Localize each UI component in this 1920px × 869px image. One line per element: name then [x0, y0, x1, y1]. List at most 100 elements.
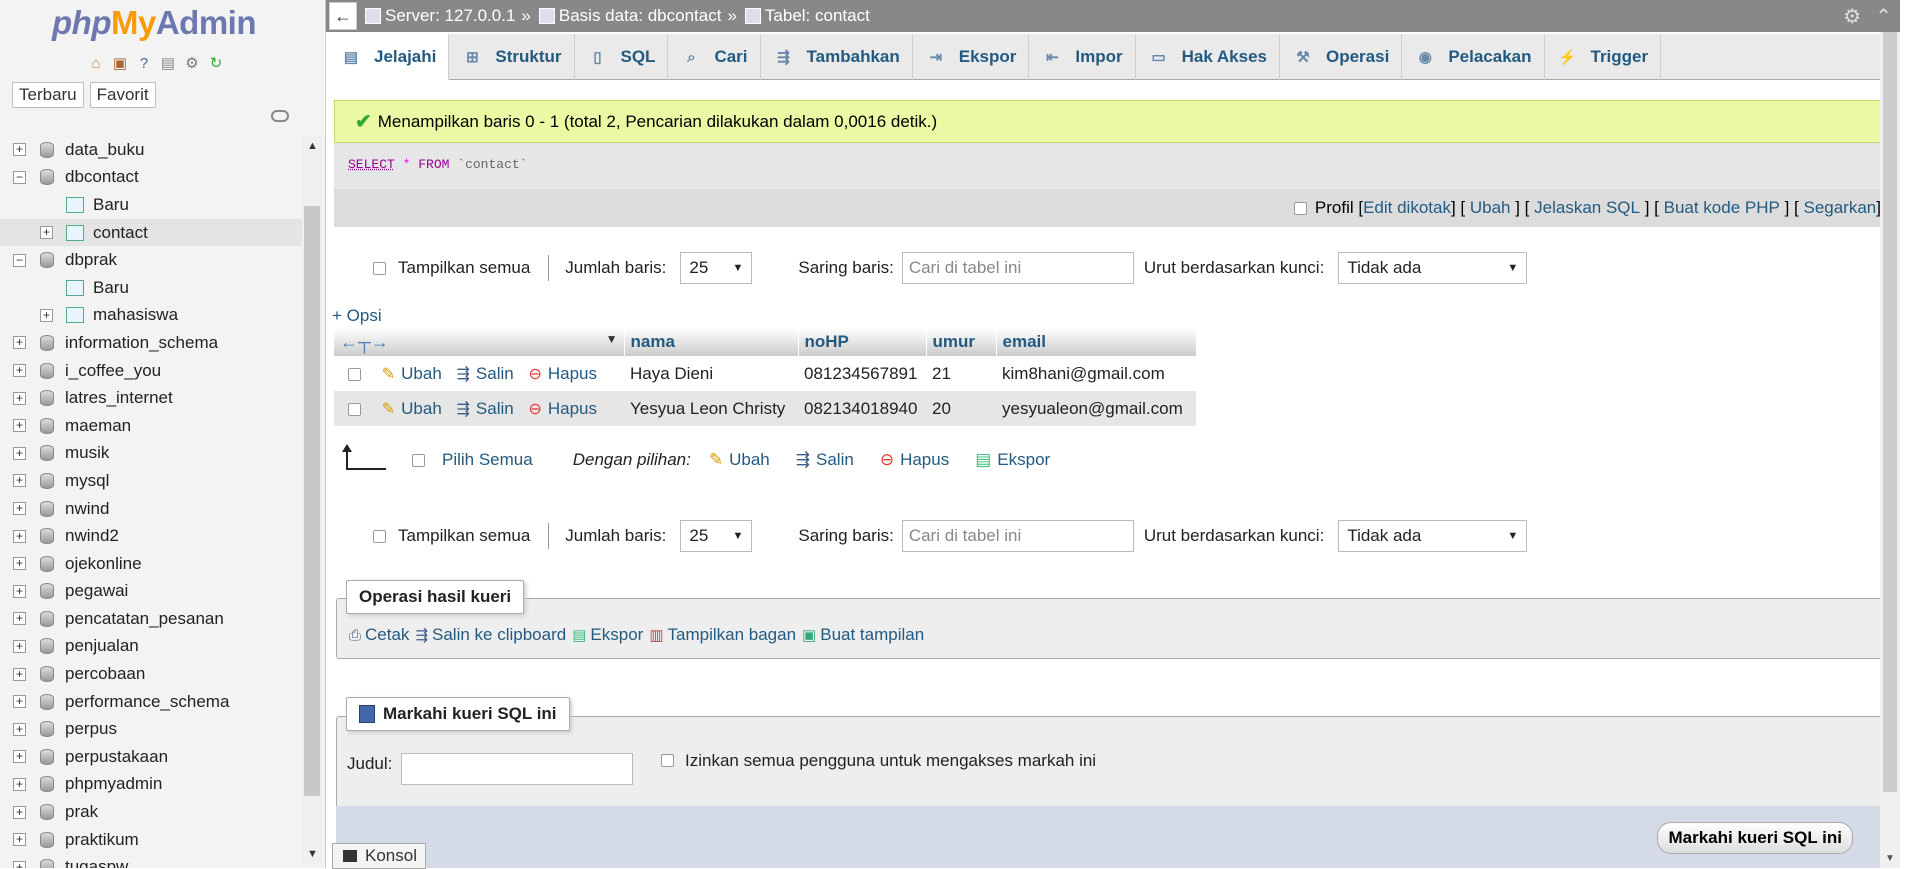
breadcrumb-database[interactable]: Basis data: dbcontact: [538, 6, 721, 26]
tree-item-perpustakaan[interactable]: + perpustakaan: [0, 743, 304, 771]
column-header-nohp[interactable]: noHP: [798, 328, 927, 356]
edit-row-button[interactable]: ✎ Ubah: [382, 364, 442, 384]
collapse-icon[interactable]: −: [13, 170, 26, 184]
breadcrumb-table[interactable]: Tabel: contact: [744, 6, 870, 26]
export-link[interactable]: ▤ Ekspor: [572, 625, 643, 645]
bulk-edit-button[interactable]: ✎ Ubah: [709, 450, 770, 470]
show-all-checkbox[interactable]: [373, 261, 386, 275]
cell-nama[interactable]: Haya Dieni: [624, 356, 798, 391]
tree-label[interactable]: percobaan: [65, 664, 145, 684]
tree-item-i-coffee-you[interactable]: + i_coffee_you: [0, 357, 304, 385]
cell-umur[interactable]: 20: [926, 391, 996, 426]
tree-item-maeman[interactable]: + maeman: [0, 412, 304, 440]
column-header-umur[interactable]: umur: [926, 328, 997, 356]
maximize-icon[interactable]: ⌃: [1875, 4, 1892, 29]
copy-row-button[interactable]: ⇶ Salin: [457, 399, 514, 419]
tree-label[interactable]: mysql: [65, 471, 109, 491]
tab-sql[interactable]: ▯ SQL: [575, 34, 669, 80]
tree-label[interactable]: praktikum: [65, 830, 139, 850]
copy-row-button[interactable]: ⇶ Salin: [457, 364, 514, 384]
tree-label[interactable]: perpus: [65, 719, 117, 739]
reload-icon[interactable]: ↻: [206, 53, 226, 73]
tree-item-dbprak[interactable]: − dbprak: [0, 246, 304, 274]
tab-triggers[interactable]: ⚡ Trigger: [1545, 34, 1662, 80]
tree-item-percobaan[interactable]: + percobaan: [0, 660, 304, 688]
tab-privileges[interactable]: ▭ Hak Akses: [1136, 34, 1280, 80]
bulk-export-button[interactable]: ▤ Ekspor: [975, 450, 1050, 470]
tree-item-pencatatan-pesanan[interactable]: + pencatatan_pesanan: [0, 605, 304, 633]
tree-label[interactable]: performance_schema: [65, 692, 229, 712]
rows-select[interactable]: 25 ▼: [680, 520, 753, 552]
tree-label[interactable]: penjualan: [65, 636, 139, 656]
expand-icon[interactable]: +: [13, 336, 26, 350]
tab-export[interactable]: ⇥ Ekspor: [913, 34, 1030, 80]
allow-all-users-checkbox[interactable]: [661, 754, 674, 767]
sort-dropdown-icon[interactable]: ▼: [606, 332, 618, 346]
logout-icon[interactable]: ▣: [110, 53, 130, 73]
tree-item-praktikum[interactable]: + praktikum: [0, 826, 304, 854]
tree-item-perpus[interactable]: + perpus: [0, 715, 304, 743]
tree-item-new-table[interactable]: Baru: [0, 274, 304, 302]
tree-item-nwind[interactable]: + nwind: [0, 495, 304, 523]
tab-insert[interactable]: ⇶ Tambahkan: [761, 34, 913, 80]
expand-icon[interactable]: +: [13, 391, 26, 405]
tree-label[interactable]: information_schema: [65, 333, 218, 353]
expand-icon[interactable]: +: [13, 639, 26, 653]
column-arrows-icon[interactable]: ←┬→: [340, 332, 389, 352]
settings-icon[interactable]: ⚙: [1843, 4, 1861, 29]
tree-label[interactable]: dbprak: [65, 250, 117, 270]
console-toggle[interactable]: Konsol: [332, 843, 426, 869]
tree-item-phpmyadmin[interactable]: + phpmyadmin: [0, 771, 304, 799]
tree-label[interactable]: data_buku: [65, 140, 144, 160]
explain-sql-link[interactable]: Jelaskan SQL: [1534, 198, 1640, 218]
bulk-delete-button[interactable]: ⊖ Hapus: [880, 450, 949, 470]
tab-search[interactable]: ⌕ Cari: [668, 34, 761, 80]
edit-link[interactable]: Ubah: [1470, 198, 1511, 218]
tab-browse[interactable]: ▤ Jelajahi: [328, 34, 450, 80]
tree-item-musik[interactable]: + musik: [0, 440, 304, 468]
expand-icon[interactable]: +: [13, 777, 26, 791]
expand-icon[interactable]: +: [13, 446, 26, 460]
tree-item-penjualan[interactable]: + penjualan: [0, 633, 304, 661]
bookmark-query-button[interactable]: Markahi kueri SQL ini: [1657, 822, 1853, 854]
tree-label[interactable]: mahasiswa: [93, 305, 178, 325]
column-controls-header[interactable]: ←┬→ ▼: [334, 328, 625, 356]
sort-by-key-select[interactable]: Tidak ada ▼: [1338, 252, 1528, 284]
expand-icon[interactable]: +: [13, 722, 26, 736]
tree-label[interactable]: Baru: [93, 195, 129, 215]
delete-row-button[interactable]: ⊖ Hapus: [528, 399, 597, 419]
phpmyadmin-logo[interactable]: phpMyAdmin: [52, 4, 257, 42]
expand-icon[interactable]: +: [13, 695, 26, 709]
expand-icon[interactable]: +: [13, 584, 26, 598]
settings-icon[interactable]: ⚙: [182, 53, 202, 73]
tree-item-information-schema[interactable]: + information_schema: [0, 329, 304, 357]
row-checkbox[interactable]: [348, 402, 361, 416]
collapse-icon[interactable]: −: [13, 253, 26, 267]
create-php-code-link[interactable]: Buat kode PHP: [1664, 198, 1780, 218]
cell-umur[interactable]: 21: [926, 356, 996, 391]
tree-item-mahasiswa[interactable]: + mahasiswa: [0, 302, 304, 330]
tree-label[interactable]: maeman: [65, 416, 131, 436]
tree-label[interactable]: Baru: [93, 278, 129, 298]
tree-label[interactable]: contact: [93, 223, 148, 243]
expand-icon[interactable]: +: [13, 502, 26, 516]
tab-import[interactable]: ⇤ Impor: [1029, 34, 1136, 80]
bulk-copy-button[interactable]: ⇶ Salin: [796, 450, 854, 470]
show-all-checkbox[interactable]: [373, 529, 386, 543]
expand-icon[interactable]: +: [13, 364, 26, 378]
rows-select[interactable]: 25 ▼: [680, 252, 753, 284]
expand-icon[interactable]: +: [13, 860, 26, 868]
cell-nohp[interactable]: 081234567891: [798, 356, 926, 391]
scroll-down-icon[interactable]: ▼: [307, 848, 318, 860]
tree-label[interactable]: prak: [65, 802, 98, 822]
tree-label[interactable]: tugaspw: [65, 857, 128, 868]
help-icon[interactable]: ?: [134, 53, 154, 73]
tree-scrollbar[interactable]: ▲ ▼: [302, 136, 322, 864]
sort-by-key-select[interactable]: Tidak ada ▼: [1338, 520, 1528, 552]
copy-to-clipboard-link[interactable]: ⇶ Salin ke clipboard: [415, 625, 566, 645]
cell-email[interactable]: kim8hani@gmail.com: [996, 356, 1196, 391]
recent-tab[interactable]: Terbaru: [12, 82, 84, 108]
expand-icon[interactable]: +: [13, 557, 26, 571]
tree-item-new-table[interactable]: Baru: [0, 191, 304, 219]
scroll-down-icon[interactable]: ▼: [1885, 853, 1895, 864]
